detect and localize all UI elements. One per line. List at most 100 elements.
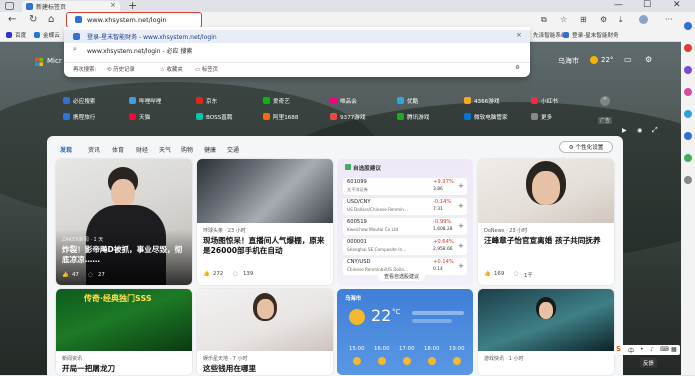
play-icon[interactable]: ▶ bbox=[622, 127, 627, 134]
sogou-icon[interactable]: S bbox=[616, 345, 621, 353]
quick-link-bing[interactable]: 必应搜索 bbox=[63, 97, 95, 105]
profile-avatar[interactable] bbox=[639, 15, 648, 24]
news-card[interactable]: DoNews · 23 小时 汪峰章子怡官宣离婚 孩子共同抚养 👍 169 ◌ … bbox=[478, 159, 614, 285]
weather-temp[interactable]: 22° bbox=[601, 56, 613, 64]
page-settings-icon[interactable]: ⚙ bbox=[645, 55, 652, 64]
tab-actions-icon[interactable] bbox=[5, 2, 14, 10]
extensions-icon[interactable]: ⚙ bbox=[600, 15, 607, 24]
more-menu-icon[interactable]: ··· bbox=[665, 15, 673, 24]
page-layout-icon[interactable]: ▭ bbox=[624, 55, 632, 64]
site-info-icon[interactable] bbox=[75, 16, 82, 23]
quick-link-9377[interactable]: 9377游戏 bbox=[330, 113, 365, 121]
maximize-button[interactable]: ☐ bbox=[643, 0, 651, 10]
tab-weather[interactable]: 天气 bbox=[159, 145, 171, 154]
ime-mode-icon[interactable]: 中 bbox=[628, 346, 634, 355]
comment-icon[interactable]: ◌ bbox=[514, 271, 519, 277]
add-stock-icon[interactable]: + bbox=[458, 262, 464, 270]
ime-toolbar[interactable]: S 中 • ♪ ⌨ ▦ bbox=[614, 345, 680, 355]
tab-health[interactable]: 健康 bbox=[204, 145, 216, 154]
feedback-button[interactable]: 反馈 bbox=[640, 358, 657, 368]
weather-city[interactable]: 乌海市 bbox=[558, 56, 579, 66]
quick-link-pc-manager[interactable]: 微软电脑管家 bbox=[464, 113, 508, 121]
split-screen-icon[interactable]: ⧉ bbox=[541, 15, 547, 25]
quick-link-ctrip[interactable]: 携程旅行 bbox=[63, 113, 95, 121]
tab-sports[interactable]: 体育 bbox=[112, 145, 124, 154]
quick-link-vip[interactable]: 唯品会 bbox=[330, 97, 357, 105]
address-bar[interactable]: www.xhsystem.net/login bbox=[66, 12, 202, 28]
quick-links-collapse-icon[interactable]: ⌃ bbox=[600, 96, 610, 106]
add-stock-icon[interactable]: + bbox=[458, 202, 464, 210]
tab-close-icon[interactable]: × bbox=[110, 1, 116, 9]
shopping-icon[interactable] bbox=[684, 44, 692, 52]
weather-card[interactable]: 乌海市 22 °C 15:00 16:00 17:00 18:00 19:00 bbox=[337, 289, 473, 375]
designer-icon[interactable] bbox=[684, 154, 692, 162]
window-close-button[interactable]: ✕ bbox=[673, 0, 681, 10]
microphone-icon[interactable]: ♪ bbox=[650, 346, 654, 353]
office-icon[interactable] bbox=[684, 110, 692, 118]
home-icon[interactable]: ⌂ bbox=[48, 14, 54, 25]
news-card[interactable]: 环球头条 · 23 小时 现场图惊呆！直播间人气爆棚，原来是26000部手机在自… bbox=[197, 159, 333, 285]
dropdown-settings-icon[interactable]: ⚙ bbox=[515, 65, 520, 71]
keyboard-icon[interactable]: ⌨ bbox=[660, 346, 669, 353]
like-icon[interactable]: 👍 bbox=[484, 271, 491, 277]
favorite-baidu[interactable]: 百度 bbox=[6, 31, 26, 39]
comment-icon[interactable]: ◌ bbox=[88, 272, 93, 278]
comment-icon[interactable]: ◌ bbox=[233, 271, 238, 277]
back-icon[interactable]: ← bbox=[8, 14, 16, 25]
personalize-button[interactable]: ⚙ 个性化设置 bbox=[559, 141, 613, 153]
suggestion-row[interactable]: ⌕ www.xhsystem.net/login - 必应 搜索 bbox=[64, 44, 530, 57]
games-icon[interactable] bbox=[684, 88, 692, 96]
downloads-icon[interactable]: ⤓ bbox=[619, 15, 623, 25]
tab-discover[interactable]: 发现 bbox=[60, 145, 72, 154]
ad-card[interactable]: 传奇·经典独门SSS 新闻资讯 开局一把屠龙刀 bbox=[56, 289, 192, 375]
news-card[interactable]: 游戏快讯 · 1 小时 bbox=[478, 289, 614, 375]
new-tab-button[interactable]: + bbox=[128, 0, 137, 12]
card-title[interactable]: 汪峰章子怡官宣离婚 孩子共同抚养 bbox=[484, 236, 610, 246]
quick-link-4366[interactable]: 4366游戏 bbox=[464, 97, 499, 105]
minimize-button[interactable]: — bbox=[614, 0, 623, 10]
tab-finance[interactable]: 财经 bbox=[136, 145, 148, 154]
add-stock-icon[interactable]: + bbox=[458, 242, 464, 250]
quick-link-boss[interactable]: BOSS直聘 bbox=[196, 113, 232, 121]
quick-link-iqiyi[interactable]: 爱奇艺 bbox=[263, 97, 290, 105]
add-stock-icon[interactable]: + bbox=[458, 222, 464, 230]
quick-link-xiaohongshu[interactable]: 小红书 bbox=[531, 97, 558, 105]
card-title[interactable]: 现场图惊呆！直播间人气爆棚，原来是26000部手机在自动 bbox=[203, 236, 329, 256]
expand-icon[interactable]: ⤢ bbox=[652, 126, 658, 135]
address-input[interactable]: www.xhsystem.net/login bbox=[87, 16, 167, 24]
stock-row[interactable]: 600519 Kweichow Moutai Co Ltd -0.99% 1,6… bbox=[343, 218, 467, 235]
tab-shopping[interactable]: 购物 bbox=[181, 145, 193, 154]
quick-link-tencent-games[interactable]: 腾讯游戏 bbox=[397, 113, 429, 121]
favorite-xhsystem-login[interactable]: 登录-星末智能财务 bbox=[563, 31, 619, 39]
card-title[interactable]: 这些钱用在哪里 bbox=[203, 364, 329, 374]
remove-suggestion-icon[interactable]: × bbox=[516, 31, 522, 39]
punctuation-icon[interactable]: • bbox=[640, 346, 644, 353]
collections-icon[interactable]: ⊞ bbox=[580, 15, 587, 24]
tab-new-tab[interactable]: 新建标签页 × bbox=[22, 1, 120, 12]
tabs-button[interactable]: ▭ 标签页 bbox=[195, 65, 218, 73]
tab-news[interactable]: 资讯 bbox=[88, 145, 100, 154]
outlook-icon[interactable] bbox=[684, 132, 692, 140]
stock-row[interactable]: 601099 太平洋证券 +9.97% 3.86 + bbox=[343, 178, 467, 195]
stock-row[interactable]: 000001 Shanghai SE Composite In... +0.64… bbox=[343, 238, 467, 255]
quick-link-tmall[interactable]: 天猫 bbox=[129, 113, 150, 121]
quick-link-bilibili[interactable]: 哔哩哔哩 bbox=[129, 97, 161, 105]
more-stock-suggestions-button[interactable]: 查看自选股建议 bbox=[378, 272, 426, 281]
quick-link-jd[interactable]: 京东 bbox=[196, 97, 217, 105]
ime-grid-icon[interactable]: ▦ bbox=[671, 346, 677, 353]
like-icon[interactable]: 👍 bbox=[203, 271, 210, 277]
favorites-button[interactable]: ☆ 收藏夹 bbox=[160, 65, 183, 73]
card-title[interactable]: 炸裂！影帝飚D被抓，事业尽毁，彻底凉凉…… bbox=[62, 245, 186, 265]
quick-link-more[interactable]: 更多 bbox=[531, 113, 552, 121]
add-sidebar-app-icon[interactable] bbox=[684, 176, 692, 184]
refresh-icon[interactable]: ↻ bbox=[29, 14, 37, 25]
stock-row[interactable]: USD/CNY US Dollars/Chinese Renmin... -0.… bbox=[343, 198, 467, 215]
tools-icon[interactable] bbox=[684, 66, 692, 74]
tab-traffic[interactable]: 交通 bbox=[227, 145, 239, 154]
photo-info-icon[interactable]: ◉ bbox=[637, 127, 642, 134]
card-title[interactable]: 开局一把屠龙刀 bbox=[62, 364, 188, 374]
search-sidebar-icon[interactable] bbox=[684, 22, 692, 30]
suggestion-row[interactable]: 登录-星末智能财务 - www.xhsystem.net/login × bbox=[64, 30, 530, 43]
favorites-star-icon[interactable]: ☆ bbox=[560, 15, 567, 24]
news-card[interactable]: 娱乐星天地 · 7 小时 这些钱用在哪里 bbox=[197, 289, 333, 375]
